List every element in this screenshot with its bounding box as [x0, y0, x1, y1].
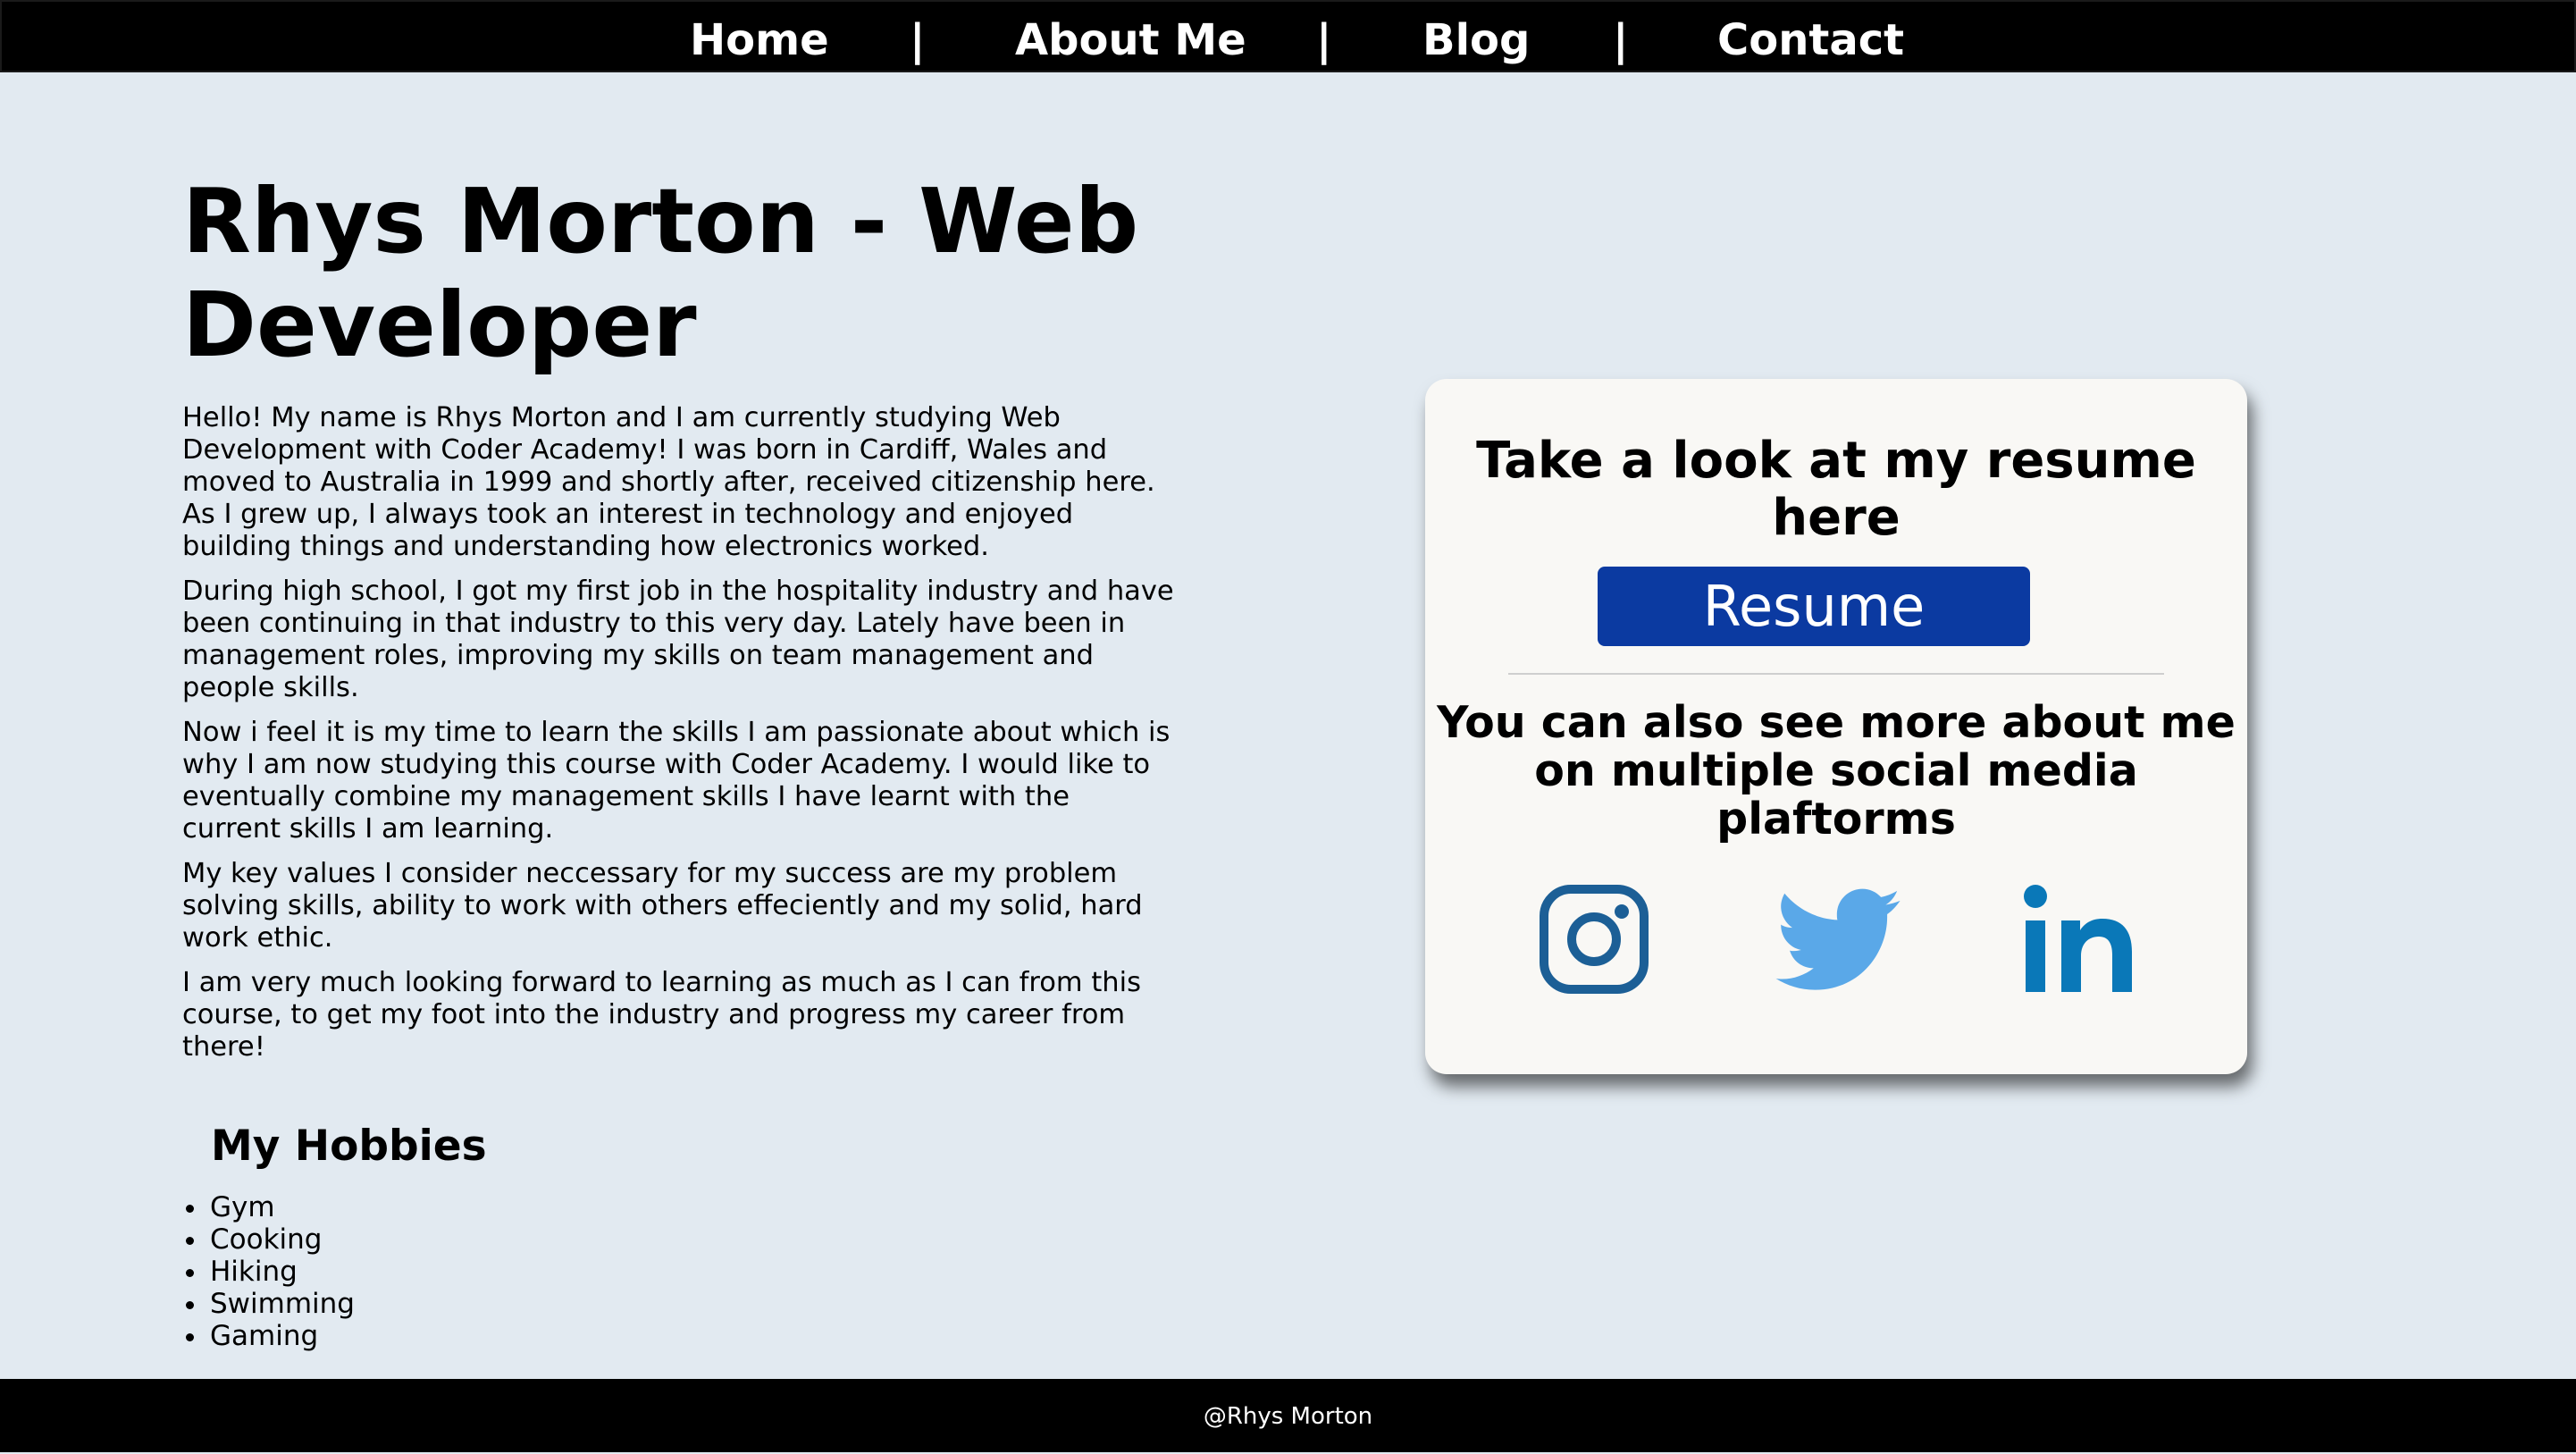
top-navigation: Home | About Me | Blog | Contact — [0, 0, 2576, 72]
instagram-icon[interactable] — [1540, 885, 1649, 997]
hobbies-list: Gym Cooking Hiking Swimming Gaming — [182, 1191, 355, 1352]
nav-separator: | — [910, 15, 926, 65]
hobbies-heading: My Hobbies — [211, 1122, 487, 1171]
linkedin-icon[interactable] — [2024, 885, 2135, 997]
bio-paragraph: Hello! My name is Rhys Morton and I am c… — [182, 402, 1155, 562]
resume-button[interactable]: Resume — [1598, 567, 2030, 646]
resume-card: Take a look at my resume here Resume You… — [1425, 379, 2247, 1074]
list-item: Gaming — [182, 1320, 355, 1352]
nav-link-blog[interactable]: Blog — [1422, 2, 1530, 74]
nav-link-about-me[interactable]: About Me — [1015, 2, 1246, 74]
bio-paragraph: I am very much looking forward to learni… — [182, 967, 1141, 1063]
list-item: Gym — [182, 1191, 355, 1223]
bio-paragraph: My key values I consider neccessary for … — [182, 858, 1143, 954]
page-title: Rhys Morton - Web Developer — [182, 169, 1139, 377]
nav-link-contact[interactable]: Contact — [1717, 2, 1904, 74]
nav-link-home[interactable]: Home — [690, 2, 829, 74]
nav-separator: | — [1316, 15, 1332, 65]
list-item: Swimming — [182, 1288, 355, 1320]
divider — [1508, 673, 2164, 675]
bio-paragraph: Now i feel it is my time to learn the sk… — [182, 717, 1171, 845]
nav-separator: | — [1613, 15, 1629, 65]
bio-section: Hello! My name is Rhys Morton and I am c… — [182, 402, 1174, 1076]
list-item: Cooking — [182, 1223, 355, 1256]
bio-paragraph: During high school, I got my first job i… — [182, 576, 1174, 703]
social-media-text: You can also see more about me on multip… — [1437, 697, 2236, 845]
footer-text: @Rhys Morton — [1203, 1403, 1373, 1430]
twitter-icon[interactable] — [1775, 888, 1901, 996]
list-item: Hiking — [182, 1256, 355, 1288]
card-title: Take a look at my resume here — [1476, 432, 2196, 547]
footer: @Rhys Morton — [0, 1379, 2576, 1452]
